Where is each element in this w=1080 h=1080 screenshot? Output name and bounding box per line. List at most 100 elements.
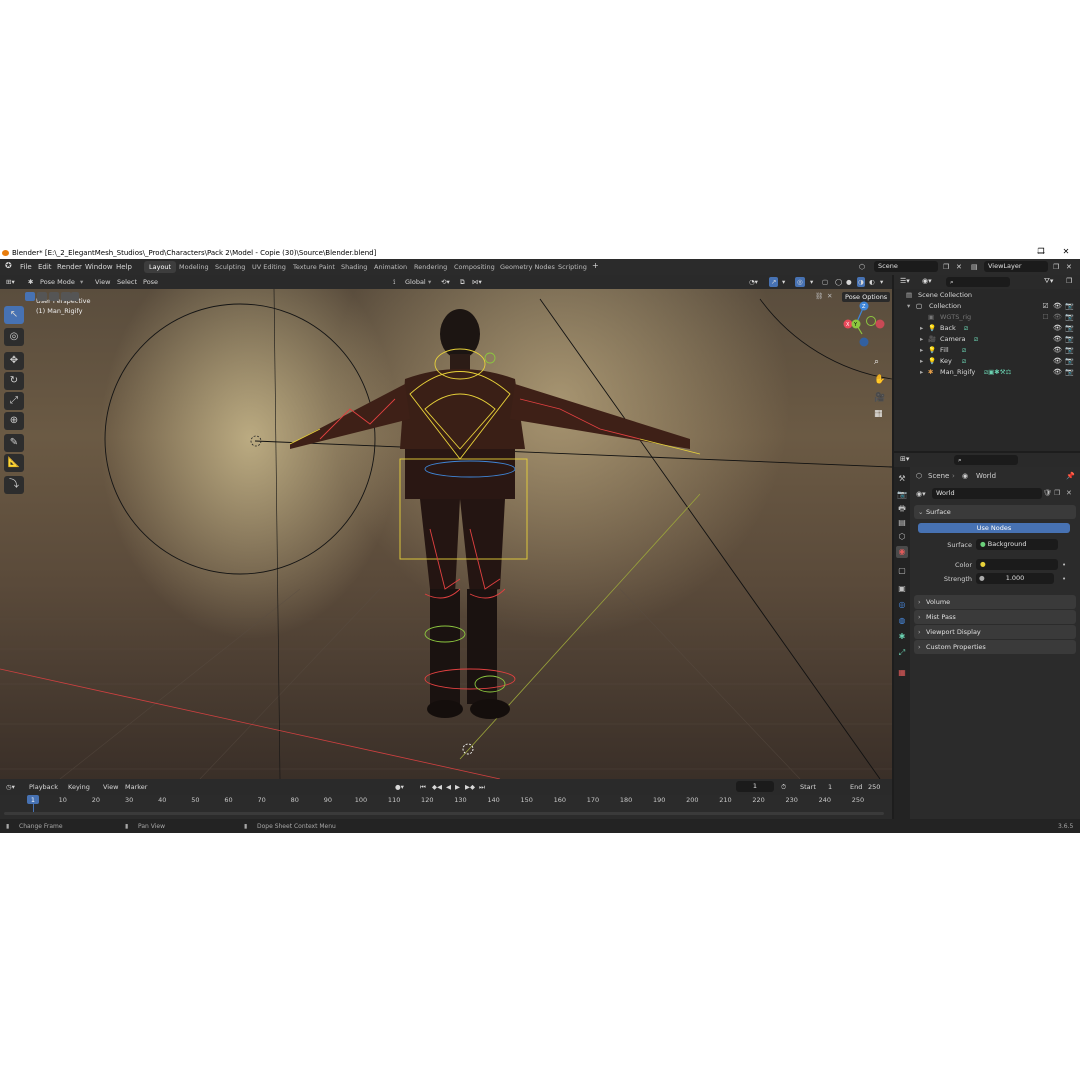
surface-shader-field[interactable]: ● Background: [976, 539, 1058, 550]
new-scene-icon[interactable]: ❐: [943, 262, 949, 272]
move-tool-icon[interactable]: ✥: [4, 352, 24, 370]
close-button[interactable]: ✕: [1055, 247, 1077, 259]
outliner-item-wgts-rig[interactable]: ▣ WGTS_rig ☐ 👁 📷: [894, 312, 1080, 323]
scene-tab-icon[interactable]: ⬡: [896, 531, 908, 543]
color-keyframe-icon[interactable]: •: [1062, 561, 1066, 569]
filter-icon[interactable]: ⛛▾: [1044, 277, 1053, 286]
output-tab-icon[interactable]: 🖶: [896, 503, 908, 515]
scale-tool-icon[interactable]: ⤢: [4, 392, 24, 410]
outliner-item-key[interactable]: ▸ 💡 Key ⧄ 👁 📷: [894, 356, 1080, 367]
end-frame-field[interactable]: 250: [868, 782, 880, 792]
outliner-item-back[interactable]: ▸ 💡 Back ⧄ 👁 📷: [894, 323, 1080, 334]
use-nodes-button[interactable]: Use Nodes: [918, 523, 1070, 533]
tab-shading[interactable]: Shading: [336, 261, 372, 273]
current-frame-field[interactable]: 1: [736, 781, 774, 792]
menu-edit[interactable]: Edit: [38, 262, 52, 272]
stopwatch-icon[interactable]: ⏱: [781, 782, 786, 792]
xray-toggle-icon[interactable]: ▢: [822, 277, 828, 287]
editor-type-icon[interactable]: ⊞▾: [6, 277, 15, 287]
fake-user-icon[interactable]: 🛡: [1043, 489, 1052, 497]
menu-window[interactable]: Window: [85, 262, 113, 272]
tab-uv-editing[interactable]: UV Editing: [247, 261, 291, 273]
strength-keyframe-icon[interactable]: •: [1062, 575, 1066, 583]
outliner-scene-collection[interactable]: ▤ Scene Collection: [894, 290, 1080, 301]
select-box-tool-icon[interactable]: ↖: [4, 306, 24, 324]
new-view-layer-icon[interactable]: ❐: [1053, 262, 1059, 272]
surface-panel-header[interactable]: ⌄ Surface: [914, 505, 1076, 519]
texture-tab-icon[interactable]: ▦: [896, 667, 908, 679]
menu-playback[interactable]: Playback: [29, 782, 58, 792]
pan-hand-icon[interactable]: ✋: [874, 375, 885, 385]
auto-keying-icon[interactable]: ●▾: [395, 782, 404, 792]
remove-view-layer-icon[interactable]: ✕: [1066, 262, 1072, 272]
collection-visibility-icon[interactable]: 👁: [1053, 302, 1062, 310]
strength-field[interactable]: ● 1.000: [976, 573, 1054, 584]
material-shading-icon[interactable]: ◑: [857, 277, 865, 287]
outliner-item-camera[interactable]: ▸ 🎥 Camera ⧄ 👁 📷: [894, 334, 1080, 345]
display-mode-icon[interactable]: ◉▾: [922, 277, 932, 285]
physics-tab-icon[interactable]: ◎: [896, 599, 908, 611]
maximize-button[interactable]: ❐: [1030, 247, 1052, 259]
unlink-world-icon[interactable]: ✕: [1066, 489, 1072, 497]
render-tab-icon[interactable]: 📷: [896, 489, 908, 501]
tab-texture-paint[interactable]: Texture Paint: [288, 261, 340, 273]
new-collection-icon[interactable]: ❐: [1066, 277, 1072, 285]
menu-pose[interactable]: Pose: [143, 277, 158, 287]
pivot-point-icon[interactable]: ⟲▾: [441, 277, 450, 287]
menu-help[interactable]: Help: [116, 262, 132, 272]
menu-select[interactable]: Select: [117, 277, 137, 287]
timeline-scrollbar[interactable]: [4, 812, 884, 815]
menu-marker[interactable]: Marker: [125, 782, 147, 792]
constraints-tab-icon[interactable]: ◍: [896, 615, 908, 627]
mode-selector[interactable]: Pose Mode: [40, 277, 75, 287]
transform-orientation-selector[interactable]: Global: [405, 277, 426, 287]
outliner-item-fill[interactable]: ▸ 💡 Fill ⧄ 👁 📷: [894, 345, 1080, 356]
bone-tab-icon[interactable]: ⤢: [896, 647, 908, 659]
jump-end-icon[interactable]: ⏭: [479, 782, 485, 792]
blender-menu-icon[interactable]: ✪: [5, 261, 12, 271]
collection-render-icon[interactable]: 📷: [1065, 302, 1074, 310]
gizmo-dropdown-icon[interactable]: ▾: [782, 277, 785, 287]
viewport-display-panel-header[interactable]: › Viewport Display: [914, 625, 1076, 639]
cursor-tool-icon[interactable]: ◎: [4, 328, 24, 346]
jump-keyframe-back-icon[interactable]: ◆◀: [432, 782, 442, 792]
outliner-item-man-rigify[interactable]: ▸ ✱ Man_Rigify ⧄▣✱⚒⚖ 👁 📷: [894, 367, 1080, 378]
snap-target-icon[interactable]: ⋈▾: [472, 277, 482, 287]
visibility-icon[interactable]: ◔▾: [749, 277, 758, 287]
menu-file[interactable]: File: [20, 262, 32, 272]
jump-start-icon[interactable]: ⏮: [420, 782, 426, 792]
timeline-ruler[interactable]: 1 10 20 30 40 50 60 70 80 90 100 110 120 130 140 150 160…: [0, 795, 892, 819]
tab-modeling[interactable]: Modeling: [174, 261, 214, 273]
world-tab-icon[interactable]: ◉: [896, 546, 908, 558]
play-icon[interactable]: ▶: [455, 782, 460, 792]
mirror-x-icon[interactable]: ✕: [827, 292, 832, 300]
mist-pass-panel-header[interactable]: › Mist Pass: [914, 610, 1076, 624]
tab-animation[interactable]: Animation: [369, 261, 412, 273]
volume-panel-header[interactable]: › Volume: [914, 595, 1076, 609]
lock-icon[interactable]: ⛓: [815, 292, 823, 300]
pin-icon[interactable]: 📌: [1066, 472, 1075, 480]
custom-properties-panel-header[interactable]: › Custom Properties: [914, 640, 1076, 654]
start-frame-field[interactable]: 1: [828, 782, 832, 792]
tab-geometry-nodes[interactable]: Geometry Nodes: [495, 261, 560, 273]
object-tab-icon[interactable]: ▣: [896, 583, 908, 595]
menu-keying[interactable]: Keying: [68, 782, 90, 792]
orientation-chevron-icon[interactable]: ▾: [428, 277, 431, 287]
annotate-tool-icon[interactable]: ✎: [4, 434, 24, 452]
timeline-editor-icon[interactable]: ◷▾: [6, 782, 15, 792]
outliner-search-input[interactable]: ⌕: [946, 277, 1010, 287]
world-name-field[interactable]: World: [932, 488, 1042, 499]
rendered-shading-icon[interactable]: ◐: [869, 277, 875, 287]
menu-view[interactable]: View: [95, 277, 110, 287]
overlays-dropdown-icon[interactable]: ▾: [810, 277, 813, 287]
tab-sculpting[interactable]: Sculpting: [210, 261, 250, 273]
gizmo-toggle-icon[interactable]: ↗: [769, 277, 779, 287]
select-new-icon[interactable]: [25, 292, 35, 301]
overlays-toggle-icon[interactable]: ◎: [795, 277, 805, 287]
select-intersect-icon[interactable]: [71, 292, 79, 301]
view-layer-selector[interactable]: ViewLayer: [984, 261, 1048, 272]
remove-scene-icon[interactable]: ✕: [956, 262, 962, 272]
menu-timeline-view[interactable]: View: [103, 782, 118, 792]
object-data-tab-icon[interactable]: ✱: [896, 631, 908, 643]
shading-dropdown-icon[interactable]: ▾: [880, 277, 883, 287]
